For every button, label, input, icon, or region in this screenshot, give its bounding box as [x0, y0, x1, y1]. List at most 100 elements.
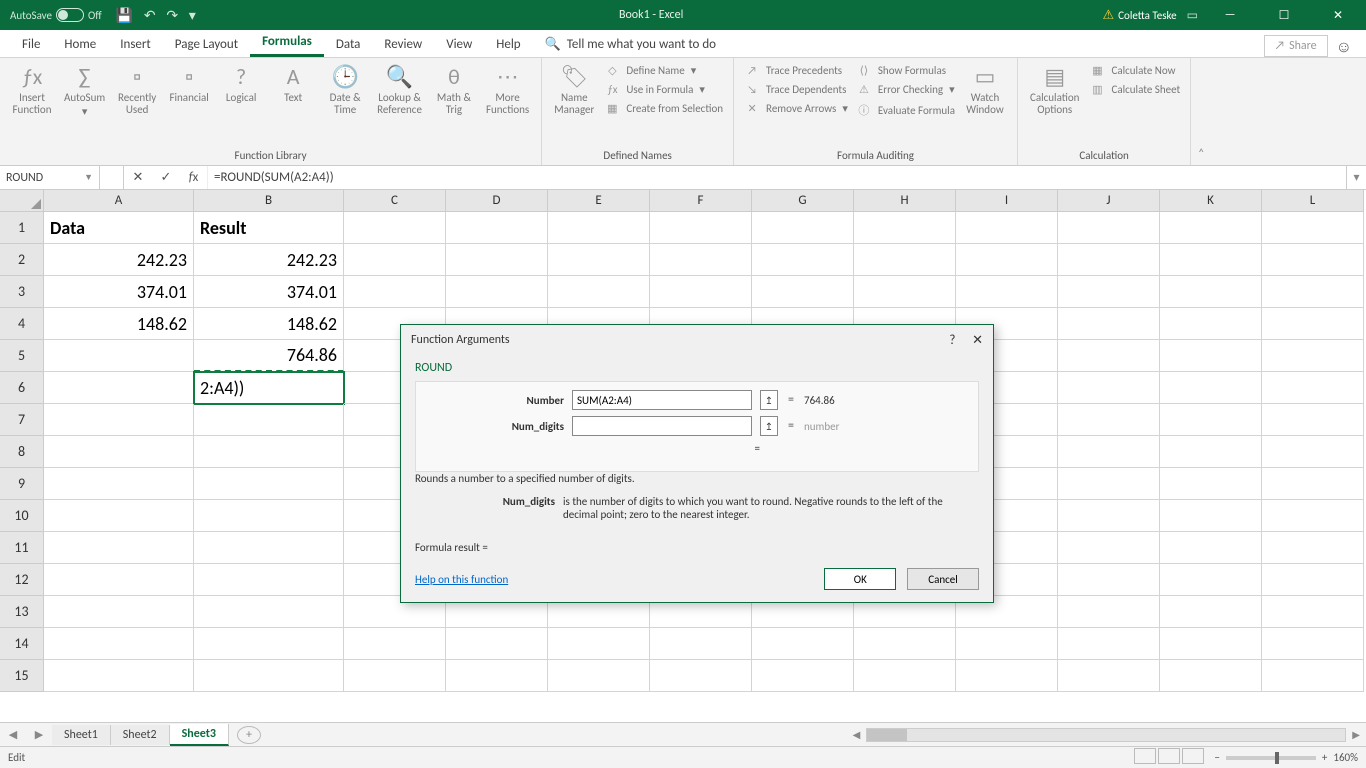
account-button[interactable]: ⚠ Coletta Teske	[1103, 8, 1177, 23]
cell[interactable]	[1058, 660, 1160, 692]
expand-formula-bar-button[interactable]: ▾	[1346, 166, 1366, 189]
sheet-tab-2[interactable]: Sheet2	[111, 725, 170, 745]
show-formulas-button[interactable]: ⟨⟩Show Formulas	[852, 62, 959, 79]
name-manager-button[interactable]: 🏷Name Manager	[548, 62, 600, 118]
redo-icon[interactable]: ↷	[166, 7, 178, 24]
column-header[interactable]: C	[344, 190, 446, 212]
cell[interactable]	[1262, 596, 1364, 628]
tab-page-layout[interactable]: Page Layout	[163, 31, 250, 57]
cell[interactable]	[1160, 212, 1262, 244]
text-button[interactable]: AText	[267, 62, 319, 106]
cell[interactable]	[752, 212, 854, 244]
cell[interactable]	[548, 660, 650, 692]
cell[interactable]	[650, 244, 752, 276]
tab-home[interactable]: Home	[52, 31, 108, 57]
row-header[interactable]: 11	[0, 532, 44, 564]
cell[interactable]	[1262, 340, 1364, 372]
cell[interactable]	[194, 404, 344, 436]
cell[interactable]	[194, 596, 344, 628]
undo-icon[interactable]: ↶	[144, 7, 156, 24]
row-header[interactable]: 13	[0, 596, 44, 628]
cell[interactable]	[1262, 564, 1364, 596]
cell[interactable]	[650, 212, 752, 244]
cell[interactable]	[194, 436, 344, 468]
cell[interactable]	[650, 660, 752, 692]
cell[interactable]	[1262, 276, 1364, 308]
row-header[interactable]: 8	[0, 436, 44, 468]
cell[interactable]	[1262, 308, 1364, 340]
range-select-icon[interactable]: ↥	[760, 390, 778, 410]
cell[interactable]	[194, 628, 344, 660]
view-buttons[interactable]	[1132, 748, 1204, 767]
name-box[interactable]: ROUND▼	[0, 166, 100, 189]
cell-B6-active[interactable]: 2:A4))	[194, 372, 344, 404]
column-header[interactable]: J	[1058, 190, 1160, 212]
cell[interactable]	[1262, 212, 1364, 244]
arg-numdigits-input[interactable]	[572, 416, 752, 436]
row-header[interactable]: 3	[0, 276, 44, 308]
select-all-button[interactable]	[0, 190, 44, 212]
trace-precedents-button[interactable]: ↗Trace Precedents	[740, 62, 852, 79]
cell[interactable]	[446, 276, 548, 308]
cell[interactable]	[956, 244, 1058, 276]
cell[interactable]	[1058, 468, 1160, 500]
cell[interactable]	[344, 660, 446, 692]
cell[interactable]	[1262, 372, 1364, 404]
column-header[interactable]: E	[548, 190, 650, 212]
arg-number-input[interactable]	[572, 390, 752, 410]
cell[interactable]	[956, 276, 1058, 308]
autosave-toggle[interactable]: AutoSave Off	[10, 8, 102, 22]
add-sheet-button[interactable]: +	[237, 726, 261, 744]
sheet-tab-3[interactable]: Sheet3	[170, 724, 229, 746]
cell[interactable]	[1160, 308, 1262, 340]
cancel-button[interactable]: Cancel	[907, 568, 979, 590]
minimize-button[interactable]: —	[1208, 0, 1252, 30]
row-header[interactable]: 6	[0, 372, 44, 404]
column-header[interactable]: F	[650, 190, 752, 212]
error-checking-button[interactable]: ⚠Error Checking ▾	[852, 81, 959, 98]
cell[interactable]	[956, 660, 1058, 692]
cell[interactable]	[650, 628, 752, 660]
watch-window-button[interactable]: ▭Watch Window	[959, 62, 1011, 118]
column-header[interactable]: I	[956, 190, 1058, 212]
calculation-options-button[interactable]: ▤Calculation Options	[1024, 62, 1086, 118]
horizontal-scrollbar[interactable]	[866, 728, 1346, 742]
cell[interactable]	[752, 628, 854, 660]
cell[interactable]	[1160, 340, 1262, 372]
cell[interactable]	[1262, 628, 1364, 660]
cell[interactable]	[44, 500, 194, 532]
zoom-out-button[interactable]: −	[1214, 751, 1219, 764]
cell-A6[interactable]	[44, 372, 194, 404]
range-select-icon[interactable]: ↥	[760, 416, 778, 436]
cell[interactable]	[1058, 628, 1160, 660]
scroll-left-icon[interactable]: ◀	[853, 728, 861, 741]
customize-qat-icon[interactable]: ▾	[189, 7, 196, 24]
tab-formulas[interactable]: Formulas	[250, 28, 324, 57]
cell[interactable]	[1160, 276, 1262, 308]
cell[interactable]	[1058, 372, 1160, 404]
tab-review[interactable]: Review	[372, 31, 434, 57]
cell-B1[interactable]: Result	[194, 212, 344, 244]
cell[interactable]	[1262, 468, 1364, 500]
column-header[interactable]: L	[1262, 190, 1364, 212]
cell[interactable]	[956, 628, 1058, 660]
ribbon-display-options-icon[interactable]: ▭	[1187, 8, 1198, 23]
cell[interactable]	[1160, 436, 1262, 468]
create-from-selection-button[interactable]: ▦Create from Selection	[600, 100, 727, 117]
cell[interactable]	[194, 500, 344, 532]
use-in-formula-button[interactable]: ƒxUse in Formula ▾	[600, 81, 727, 98]
tab-help[interactable]: Help	[484, 31, 532, 57]
cell[interactable]	[1160, 660, 1262, 692]
column-header[interactable]: A	[44, 190, 194, 212]
row-header[interactable]: 14	[0, 628, 44, 660]
cell[interactable]	[854, 628, 956, 660]
cell[interactable]	[194, 660, 344, 692]
cell[interactable]	[650, 276, 752, 308]
calculate-now-button[interactable]: ▦Calculate Now	[1085, 62, 1184, 79]
row-header[interactable]: 12	[0, 564, 44, 596]
cell[interactable]	[854, 660, 956, 692]
cell[interactable]	[956, 212, 1058, 244]
dialog-close-button[interactable]: ✕	[972, 333, 983, 348]
collapse-ribbon-button[interactable]: ˄	[1191, 58, 1211, 165]
cell[interactable]	[194, 532, 344, 564]
